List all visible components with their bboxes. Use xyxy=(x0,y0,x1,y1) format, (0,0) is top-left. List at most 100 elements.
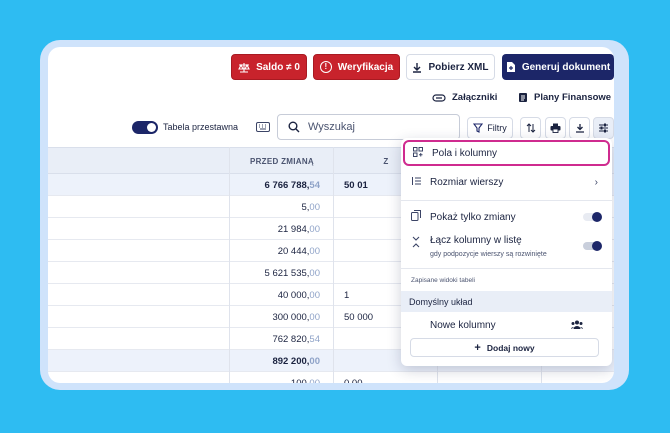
cell-value: 762 820, xyxy=(272,333,310,345)
cell-value: 300 000, xyxy=(272,311,310,323)
cell-before-change: 5 621 535, 00 xyxy=(230,262,334,284)
verification-button[interactable]: ! Weryfikacja xyxy=(313,54,400,80)
generate-document-button[interactable]: Generuj dokument xyxy=(502,54,614,80)
cell-second-column xyxy=(334,218,404,240)
cell-second-column xyxy=(334,240,404,262)
download-xml-button[interactable]: Pobierz XML xyxy=(406,54,495,80)
paperclip-icon xyxy=(432,93,446,102)
cell-decimals: 00 xyxy=(309,355,320,367)
default-view-label: Domyślny układ xyxy=(409,296,473,307)
alert-icon: ! xyxy=(319,61,332,73)
cell-second-column: 0,00 xyxy=(344,377,363,384)
plus-icon: + xyxy=(474,341,481,354)
cell-before-change: 892 200, 00 xyxy=(230,350,334,372)
cell-value: 5 621 535, xyxy=(264,267,310,279)
column-divider xyxy=(333,147,334,383)
verification-label: Weryfikacja xyxy=(337,61,394,73)
saved-views-header: Zapisane widoki tabeli xyxy=(411,277,475,284)
saldo-label: Saldo ≠ 0 xyxy=(256,61,300,73)
add-new-label: Dodaj nowy xyxy=(486,342,535,353)
menu-item-fields-columns[interactable]: Pola i kolumny xyxy=(403,140,610,166)
menu-item-show-changes[interactable]: Pokaż tylko zmiany xyxy=(401,204,612,230)
cell-value: 21 984, xyxy=(277,223,310,235)
cell-before-change: 300 000, 00 xyxy=(230,306,334,328)
menu-separator xyxy=(401,268,612,269)
merge-columns-label: Łącz kolumny w listę xyxy=(430,235,522,246)
saldo-button[interactable]: Saldo ≠ 0 xyxy=(231,54,307,80)
cell-second-column xyxy=(334,350,404,372)
cell-before-change: 762 820, 54 xyxy=(230,328,334,350)
cell-second-column xyxy=(334,328,404,350)
cell-value: 892 200, xyxy=(272,355,310,367)
cell-decimals: 00 xyxy=(309,289,320,301)
keyboard-icon[interactable] xyxy=(256,122,270,132)
table-settings-button[interactable] xyxy=(593,117,614,139)
download-icon xyxy=(412,62,422,73)
saved-view-default[interactable]: Domyślny układ xyxy=(401,291,612,312)
cell-before-change: 40 000, 00 xyxy=(230,284,334,306)
export-button[interactable] xyxy=(569,117,590,139)
table-row[interactable]: 100, 00 0,00 xyxy=(48,372,614,384)
grid-icon xyxy=(413,146,423,160)
pivot-table-toggle[interactable] xyxy=(132,121,158,134)
cell-before-change: 100, 00 xyxy=(230,372,334,384)
download-icon xyxy=(575,123,585,133)
cell-before-change: 6 766 788, 54 xyxy=(230,174,334,196)
collapse-icon xyxy=(411,236,421,251)
show-changes-label: Pokaż tylko zmiany xyxy=(430,211,516,223)
cell-decimals: 00 xyxy=(309,311,320,323)
cell-before-change: 5, 00 xyxy=(230,196,334,218)
cell-value: 20 444, xyxy=(277,245,310,257)
saved-view-new-columns[interactable]: Nowe kolumny xyxy=(401,314,612,336)
cell-before-change: 21 984, 00 xyxy=(230,218,334,240)
financial-plans-button[interactable]: Plany Finansowe xyxy=(518,92,611,103)
column-before-change[interactable]: PRZED ZMIANĄ xyxy=(230,148,334,175)
menu-separator xyxy=(401,200,612,201)
pivot-table-label: Tabela przestawna xyxy=(163,122,239,132)
cell-value: 5, xyxy=(301,201,310,213)
cell-second-column: 50 000 xyxy=(344,311,374,323)
menu-item-merge-columns[interactable]: Łącz kolumny w listę gdy podpozycje wier… xyxy=(401,232,612,264)
add-new-view-button[interactable]: + Dodaj nowy xyxy=(410,338,599,357)
cell-decimals: 54 xyxy=(309,179,320,191)
attachments-label: Załączniki xyxy=(452,92,498,103)
financial-plans-label: Plany Finansowe xyxy=(534,92,612,103)
search-box[interactable]: Wyszukaj xyxy=(277,114,460,140)
add-document-icon xyxy=(506,61,516,73)
cell-second-column: 50 01 xyxy=(344,179,368,191)
filter-icon xyxy=(473,123,484,133)
app-window: Saldo ≠ 0 ! Weryfikacja Pobierz XML Gene… xyxy=(48,47,614,383)
cell-decimals: 00 xyxy=(309,377,320,384)
filters-label: Filtry xyxy=(487,123,507,133)
cell-decimals: 00 xyxy=(309,223,320,235)
show-changes-toggle[interactable] xyxy=(583,212,602,222)
cell-value: 6 766 788, xyxy=(264,179,310,191)
filters-button[interactable]: Filtry xyxy=(467,117,513,139)
row-size-label: Rozmiar wierszy xyxy=(430,176,504,188)
column-divider xyxy=(229,147,230,383)
fields-columns-label: Pola i kolumny xyxy=(432,147,498,159)
cell-value: 40 000, xyxy=(277,289,310,301)
download-xml-label: Pobierz XML xyxy=(428,61,489,73)
sort-button[interactable] xyxy=(520,117,541,139)
cell-before-change: 20 444, 00 xyxy=(230,240,334,262)
merge-columns-toggle[interactable] xyxy=(583,241,602,251)
cell-value: 100, xyxy=(290,377,310,384)
cell-decimals: 00 xyxy=(309,267,320,279)
menu-item-row-size[interactable]: Rozmiar wierszy › xyxy=(401,168,612,196)
merge-columns-hint: gdy podpozycje wierszy są rozwinięte xyxy=(430,251,547,258)
sort-icon xyxy=(526,123,536,133)
sliders-icon xyxy=(598,123,609,133)
cell-decimals: 00 xyxy=(309,201,320,213)
table-settings-menu: Pola i kolumny Rozmiar wierszy › Pokaż t… xyxy=(401,138,612,366)
copy-icon xyxy=(411,210,421,224)
cell-decimals: 00 xyxy=(309,245,320,257)
cell-second-column xyxy=(334,196,404,218)
attachments-button[interactable]: Załączniki xyxy=(432,92,497,103)
search-placeholder: Wyszukaj xyxy=(308,121,355,133)
chevron-right-icon: › xyxy=(594,176,598,188)
document-icon xyxy=(518,92,528,103)
print-button[interactable] xyxy=(545,117,566,139)
search-icon xyxy=(288,121,300,133)
printer-icon xyxy=(550,123,561,133)
